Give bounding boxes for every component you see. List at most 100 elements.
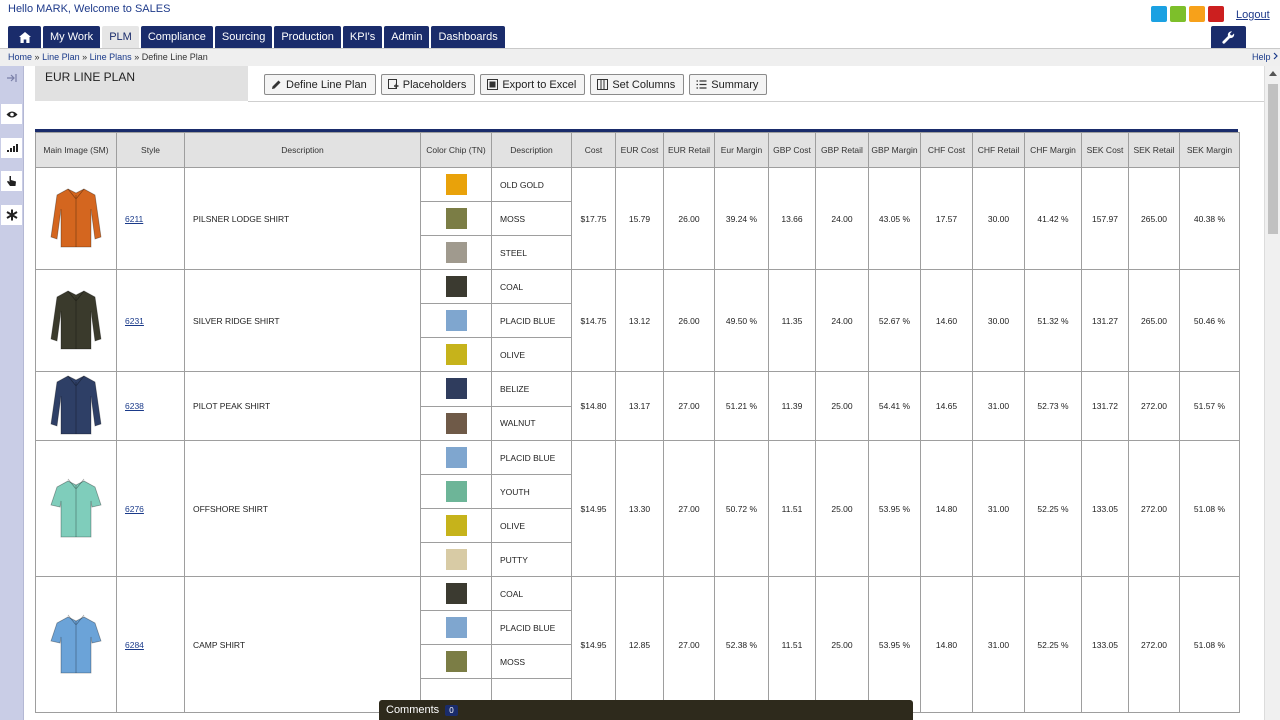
color-description: COAL (491, 576, 572, 611)
sek-cost-value: 133.05 (1081, 576, 1129, 713)
home-tab[interactable] (8, 26, 41, 48)
logout-link[interactable]: Logout (1236, 9, 1270, 21)
summary-button[interactable]: Summary (689, 74, 768, 95)
color-chip[interactable] (445, 481, 467, 502)
color-chip[interactable] (445, 276, 467, 297)
color-chip[interactable] (445, 174, 467, 195)
color-chip-cell (420, 337, 492, 372)
shirt-product-image[interactable] (49, 372, 103, 438)
header-chf-cost[interactable]: CHF Cost (920, 132, 973, 168)
color-description: BELIZE (491, 371, 572, 407)
shirt-product-image[interactable] (49, 185, 103, 251)
main-image-cell (35, 576, 117, 713)
header-chf-margin[interactable]: CHF Margin (1024, 132, 1082, 168)
header-gbp-margin[interactable]: GBP Margin (868, 132, 921, 168)
header-sek-cost[interactable]: SEK Cost (1081, 132, 1129, 168)
style-link[interactable]: 6231 (125, 316, 144, 326)
shirt-product-image[interactable] (49, 475, 103, 541)
header-gbp-cost[interactable]: GBP Cost (768, 132, 816, 168)
theme-swatch-red[interactable] (1208, 6, 1224, 22)
color-chip[interactable] (445, 310, 467, 331)
style-link[interactable]: 6276 (125, 504, 144, 514)
settings-button[interactable] (1, 205, 22, 225)
cost-value: $14.95 (571, 576, 616, 713)
color-chip[interactable] (445, 378, 467, 400)
nav-tab-admin[interactable]: Admin (384, 26, 430, 48)
header-style[interactable]: Style (116, 132, 185, 168)
color-chip-cell (420, 201, 492, 236)
nav-tab-plm[interactable]: PLM (102, 26, 139, 48)
color-chip[interactable] (445, 651, 467, 672)
color-chip[interactable] (445, 583, 467, 604)
style-link[interactable]: 6284 (125, 640, 144, 650)
eur-cost-value: 12.85 (615, 576, 664, 713)
color-chip[interactable] (445, 447, 467, 468)
header-sek-retail[interactable]: SEK Retail (1128, 132, 1180, 168)
breadcrumb-line-plans[interactable]: Line Plans (90, 52, 132, 62)
main-image-cell (35, 371, 117, 441)
color-chip[interactable] (445, 208, 467, 229)
header-sek-margin[interactable]: SEK Margin (1179, 132, 1240, 168)
table-row: 6238 PILOT PEAK SHIRT BELIZE $14.80 13.17 27.… (35, 371, 1240, 441)
expand-sidebar-button[interactable] (1, 68, 22, 88)
header-eur-retail[interactable]: EUR Retail (663, 132, 715, 168)
shirt-product-image[interactable] (49, 287, 103, 353)
placeholders-button[interactable]: Placeholders (380, 74, 476, 95)
summary-label: Summary (711, 78, 759, 91)
nav-tab-dashboards[interactable]: Dashboards (431, 26, 505, 48)
color-chip[interactable] (445, 242, 467, 263)
color-description: OLIVE (491, 508, 572, 543)
analytics-button[interactable] (1, 138, 22, 158)
tools-button[interactable] (1211, 26, 1246, 48)
vertical-scrollbar[interactable] (1264, 66, 1280, 720)
eye-icon (6, 111, 17, 117)
header-gbp-retail[interactable]: GBP Retail (815, 132, 869, 168)
set-columns-button[interactable]: Set Columns (590, 74, 685, 95)
nav-tab-kpi-s[interactable]: KPI's (342, 26, 383, 48)
nav-tab-sourcing[interactable]: Sourcing (214, 26, 273, 48)
color-chip[interactable] (445, 412, 467, 434)
comments-panel-toggle[interactable]: Comments 0 (379, 700, 913, 720)
plan-title-box: EUR LINE PLAN (35, 66, 248, 101)
shirt-product-image[interactable] (49, 611, 103, 677)
style-link[interactable]: 6211 (125, 214, 143, 224)
nav-tab-my-work[interactable]: My Work (43, 26, 101, 48)
breadcrumb: Home » Line Plan » Line Plans » Define L… (8, 52, 208, 62)
chf-margin-value: 52.25 % (1024, 440, 1082, 577)
chf-cost-value: 14.80 (920, 576, 973, 713)
color-chip[interactable] (445, 344, 467, 365)
main-content: EUR LINE PLAN Define Line Plan Placehold… (34, 66, 1264, 720)
header-color-chip[interactable]: Color Chip (TN) (420, 132, 492, 168)
header-eur-cost[interactable]: EUR Cost (615, 132, 664, 168)
help-link[interactable]: Help (1252, 52, 1279, 62)
theme-swatch-orange[interactable] (1189, 6, 1205, 22)
header-description[interactable]: Description (184, 132, 421, 168)
header-main-image[interactable]: Main Image (SM) (35, 132, 117, 168)
export-to-excel-button[interactable]: Export to Excel (480, 74, 586, 95)
color-chip[interactable] (445, 617, 467, 638)
header-cost[interactable]: Cost (571, 132, 616, 168)
chf-retail-value: 30.00 (972, 269, 1025, 372)
color-chip[interactable] (445, 549, 467, 570)
scroll-thumb[interactable] (1268, 84, 1278, 234)
header-eur-margin[interactable]: Eur Margin (714, 132, 769, 168)
style-cell: 6231 (116, 269, 185, 372)
theme-swatch-green[interactable] (1170, 6, 1186, 22)
view-button[interactable] (1, 104, 22, 124)
scroll-up-arrow-icon[interactable] (1269, 71, 1277, 76)
nav-tab-compliance[interactable]: Compliance (140, 26, 213, 48)
color-description: MOSS (491, 201, 572, 236)
table-row: 6211 PILSNER LODGE SHIRT OLD GOLD $17.75 15.… (35, 167, 1240, 270)
header-color-description[interactable]: Description (491, 132, 572, 168)
chf-cost-value: 17.57 (920, 167, 973, 270)
color-chip[interactable] (445, 515, 467, 536)
header-chf-retail[interactable]: CHF Retail (972, 132, 1025, 168)
nav-tab-production[interactable]: Production (274, 26, 341, 48)
touch-button[interactable] (1, 171, 22, 191)
breadcrumb-current: Define Line Plan (141, 52, 208, 62)
style-link[interactable]: 6238 (125, 401, 144, 411)
breadcrumb-home[interactable]: Home (8, 52, 32, 62)
theme-swatch-blue[interactable] (1151, 6, 1167, 22)
breadcrumb-line-plan[interactable]: Line Plan (42, 52, 80, 62)
define-line-plan-button[interactable]: Define Line Plan (264, 74, 376, 95)
